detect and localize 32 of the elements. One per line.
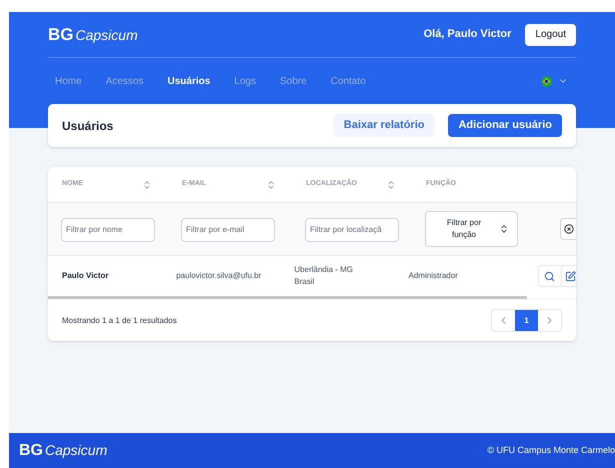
clear-filters-button[interactable] [560,218,576,240]
sort-icon[interactable] [266,180,276,190]
brand-logo[interactable]: BG Capsicum [48,22,138,48]
table-cell-text: Paulo Victor [62,270,110,282]
nav-link[interactable]: Usuários [167,74,210,88]
results-summary: Mostrando 1 a 1 de 1 resultados [62,314,177,326]
sort-icon[interactable] [142,180,152,190]
chevron-icon [499,224,509,234]
page-button[interactable]: 1 [515,310,538,331]
filter-field[interactable]: Filtrar por nome [61,218,155,242]
logout-button[interactable]: Logout [525,24,576,46]
page-title: Usuários [62,118,114,134]
flag-icon [541,76,552,86]
add-user-button[interactable]: Adicionar usuário [448,114,562,137]
greeting: Olá, Paulo Victor [424,27,512,42]
filter-field[interactable]: Filtrar por localizaçã [305,218,399,242]
table-cell-text: paulovictor.silva@ufu.br [176,270,262,282]
download-report-button[interactable]: Baixar relatório [334,114,434,137]
edit-icon [564,270,576,282]
role-filter-select[interactable]: Filtrar por função [425,211,518,247]
brand-logo[interactable]: BG Capsicum [19,438,108,462]
clear-icon [564,224,574,234]
table-cell: Brasil [294,276,314,288]
view-button[interactable] [538,265,562,287]
sort-icon[interactable] [386,180,396,190]
horizontal-scrollbar[interactable] [48,296,527,299]
edit-button[interactable] [562,265,576,287]
filter-field[interactable]: Filtrar por e-mail [181,218,275,242]
table-cell: Uberlândia - MG [294,264,353,276]
copyright: © UFU Campus Monte Carmelo [487,444,615,457]
table-cell-text: Administrador [408,270,459,282]
search-icon [544,270,556,282]
